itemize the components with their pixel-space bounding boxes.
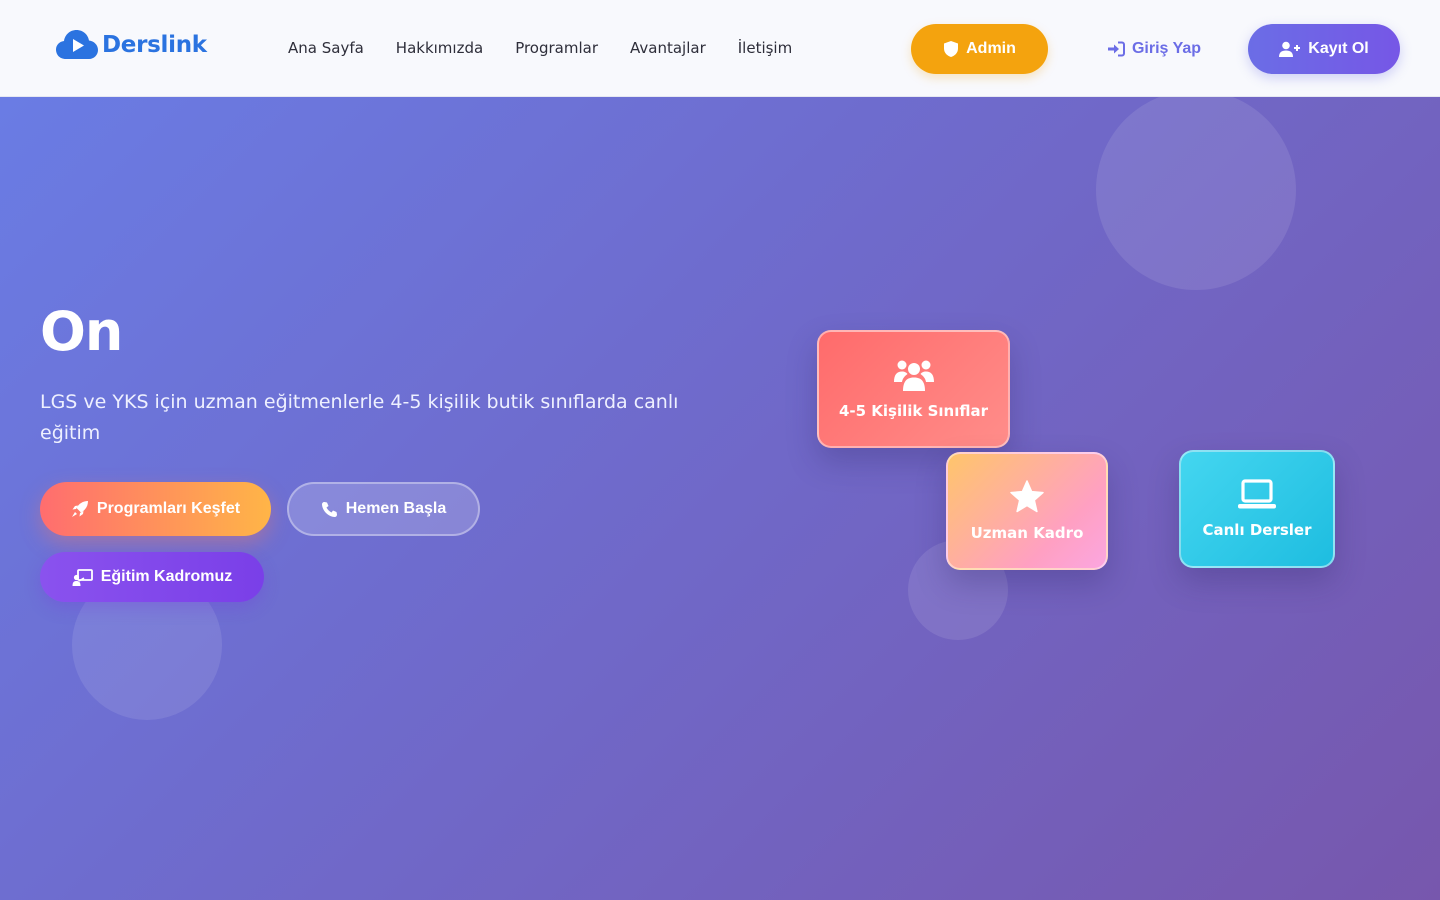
top-navbar: Derslink Ana Sayfa Hakkımızda Programlar… — [0, 0, 1440, 97]
hero-title: On — [40, 300, 123, 363]
register-button-label: Kayıt Ol — [1308, 40, 1369, 57]
shield-icon — [944, 41, 959, 57]
logo-text: Derslink — [102, 32, 207, 58]
login-button-label: Giriş Yap — [1131, 40, 1202, 57]
nav-contact[interactable]: İletişim — [738, 37, 792, 59]
nav-about[interactable]: Hakkımızda — [396, 37, 483, 59]
logo[interactable]: Derslink — [55, 28, 207, 62]
register-button[interactable]: Kayıt Ol — [1248, 24, 1400, 74]
start-now-button[interactable]: Hemen Başla — [287, 482, 480, 536]
start-now-label: Hemen Başla — [345, 500, 447, 517]
decorative-circle — [1096, 97, 1296, 290]
hero-subtitle: LGS ve YKS için uzman eğitmenlerle 4-5 k… — [40, 391, 679, 444]
user-plus-icon — [1279, 41, 1301, 57]
chalkboard-teacher-icon — [72, 568, 93, 586]
rocket-icon — [71, 501, 88, 517]
hero-section: On LGS ve YKS için uzman eğitmenlerle 4-… — [0, 97, 1440, 900]
feature-card-label: 4-5 Kişilik Sınıflar — [838, 402, 989, 420]
laptop-icon — [1238, 479, 1276, 509]
explore-programs-button[interactable]: Programları Keşfet — [40, 482, 271, 536]
main-nav: Ana Sayfa Hakkımızda Programlar Avantajl… — [288, 37, 824, 59]
feature-card-classes: 4-5 Kişilik Sınıflar — [817, 330, 1010, 448]
phone-icon — [321, 501, 337, 517]
cloud-play-icon — [55, 28, 99, 62]
sign-in-icon — [1107, 41, 1125, 57]
feature-card-label: Canlı Dersler — [1202, 521, 1312, 539]
feature-card-label: Uzman Kadro — [970, 524, 1084, 542]
nav-programs[interactable]: Programlar — [515, 37, 598, 59]
star-icon — [1010, 480, 1044, 513]
feature-card-live: Canlı Dersler — [1179, 450, 1335, 568]
login-button[interactable]: Giriş Yap — [1104, 24, 1204, 74]
explore-programs-label: Programları Keşfet — [96, 500, 241, 517]
feature-card-staff: Uzman Kadro — [946, 452, 1108, 570]
nav-home[interactable]: Ana Sayfa — [288, 37, 364, 59]
users-icon — [893, 360, 934, 391]
admin-button-label: Admin — [966, 40, 1016, 57]
nav-advantages[interactable]: Avantajlar — [630, 37, 706, 59]
our-team-button[interactable]: Eğitim Kadromuz — [40, 552, 264, 602]
our-team-label: Eğitim Kadromuz — [100, 568, 233, 585]
admin-button[interactable]: Admin — [911, 24, 1048, 74]
